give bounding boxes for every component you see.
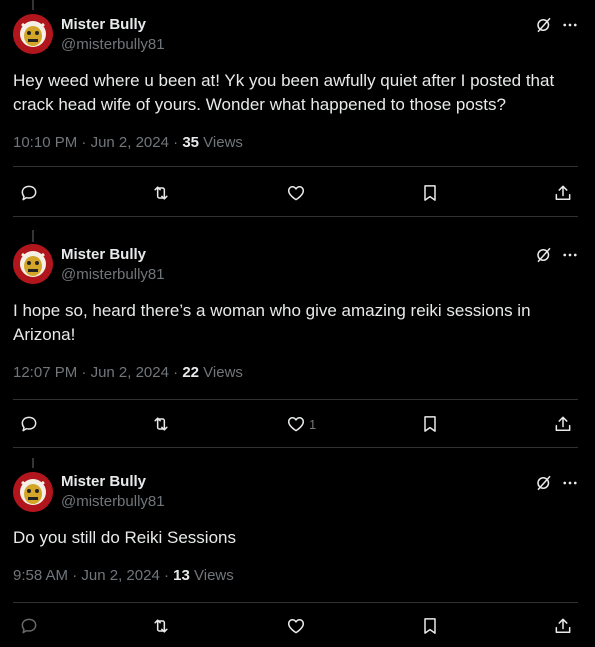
more-icon[interactable] [561,16,579,34]
tweet-date[interactable]: Jun 2, 2024 [91,134,169,151]
separator: · [168,364,183,381]
user-handle[interactable]: @misterbully81 [61,36,165,53]
separator: · [159,567,174,584]
tweet-time[interactable]: 9:58 AM [13,567,68,584]
retweet-button[interactable] [151,182,171,204]
views-label: Views [203,134,243,151]
retweet-button[interactable] [151,615,171,637]
bookmark-icon [424,618,436,634]
bookmark-button[interactable] [420,413,440,435]
tweet[interactable]: Mister Bully @misterbully81 Hey weed whe… [0,0,595,230]
bookmark-icon [424,185,436,201]
tweet-time[interactable]: 12:07 PM [13,364,77,381]
like-button[interactable] [286,615,309,637]
tweet[interactable]: Mister Bully @misterbully81 Do you still… [0,458,595,647]
like-icon [287,417,305,432]
tweet-meta: 12:07 PM · Jun 2, 2024 · 22 Views [13,364,243,381]
bookmark-button[interactable] [420,615,440,637]
divider [13,399,578,400]
share-icon [555,618,571,633]
action-bar: 1 [0,413,595,437]
retweet-button[interactable] [151,413,171,435]
display-name[interactable]: Mister Bully [61,473,146,490]
display-name[interactable]: Mister Bully [61,246,146,263]
separator: · [168,134,183,151]
views-label: Views [194,567,234,584]
share-button[interactable] [553,615,573,637]
user-handle[interactable]: @misterbully81 [61,493,165,510]
tweet-meta: 9:58 AM · Jun 2, 2024 · 13 Views [13,567,234,584]
like-button[interactable]: 1 [286,413,316,435]
tweet[interactable]: Mister Bully @misterbully81 I hope so, h… [0,230,595,448]
share-icon [555,185,571,200]
thread-line [32,0,34,10]
thread-line [32,230,34,242]
action-bar [0,615,595,639]
views-count: 22 [182,364,199,381]
grok-icon[interactable] [535,474,553,492]
retweet-icon [154,619,168,633]
bookmark-icon [424,416,436,432]
like-icon [287,619,305,634]
separator: · [77,364,91,381]
views-count: 35 [182,134,199,151]
display-name[interactable]: Mister Bully [61,16,146,33]
reply-button[interactable] [19,615,39,637]
reply-icon [21,416,37,432]
avatar[interactable] [13,244,53,284]
grok-icon[interactable] [535,246,553,264]
retweet-icon [154,186,168,200]
tweet-text: Do you still do Reiki Sessions [13,528,236,547]
user-handle[interactable]: @misterbully81 [61,266,165,283]
reply-button[interactable] [19,182,39,204]
divider [13,602,578,603]
reply-button[interactable] [19,413,39,435]
share-icon [555,416,571,431]
more-icon[interactable] [561,474,579,492]
like-icon [287,186,305,201]
separator: · [77,134,91,151]
tweet-time[interactable]: 10:10 PM [13,134,77,151]
tweet-text: Hey weed where u been at! Yk you been aw… [13,71,559,114]
reply-icon [21,185,37,201]
divider [13,166,578,167]
tweet-date[interactable]: Jun 2, 2024 [91,364,169,381]
share-button[interactable] [553,182,573,204]
views-count: 13 [173,567,190,584]
like-count: 1 [309,416,317,432]
divider [13,216,578,217]
bookmark-button[interactable] [420,182,440,204]
like-button[interactable] [286,182,309,204]
tweet-text: I hope so, heard there’s a woman who giv… [13,301,535,344]
divider [13,447,578,448]
avatar[interactable] [13,14,53,54]
more-icon[interactable] [561,246,579,264]
action-bar [0,182,595,206]
tweet-date[interactable]: Jun 2, 2024 [81,567,159,584]
avatar[interactable] [13,472,53,512]
views-label: Views [203,364,243,381]
retweet-icon [154,417,168,431]
thread-line [32,458,34,468]
separator: · [68,567,82,584]
tweet-meta: 10:10 PM · Jun 2, 2024 · 35 Views [13,134,243,151]
grok-icon[interactable] [535,16,553,34]
share-button[interactable] [553,413,573,435]
reply-icon [21,618,37,634]
